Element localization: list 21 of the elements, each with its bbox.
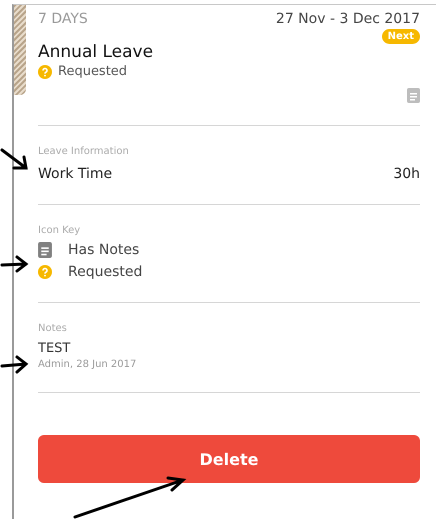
field-value: 30h <box>393 166 420 182</box>
date-range: 27 Nov - 3 Dec 2017 <box>276 11 420 27</box>
delete-button[interactable]: Delete <box>38 435 420 483</box>
section-heading: Notes <box>38 323 68 334</box>
next-badge: Next <box>382 29 420 44</box>
annotation-arrow <box>0 256 28 272</box>
note-meta: Admin, 28 Jun 2017 <box>38 359 138 370</box>
question-icon <box>38 64 52 78</box>
section-heading: Icon Key <box>38 225 82 236</box>
note-text: TEST <box>38 341 72 356</box>
key-label: Requested <box>68 264 142 280</box>
section-heading: Leave Information <box>38 146 130 157</box>
annotation-arrow <box>0 148 28 170</box>
note-icon <box>38 242 52 258</box>
annotation-arrow <box>0 356 28 374</box>
status-text: Requested <box>58 64 128 79</box>
leave-title: Annual Leave <box>38 42 154 62</box>
field-label: Work Time <box>38 166 112 182</box>
question-icon <box>38 265 52 279</box>
duration-text: 7 DAYS <box>38 11 88 27</box>
key-label: Has Notes <box>68 242 140 258</box>
